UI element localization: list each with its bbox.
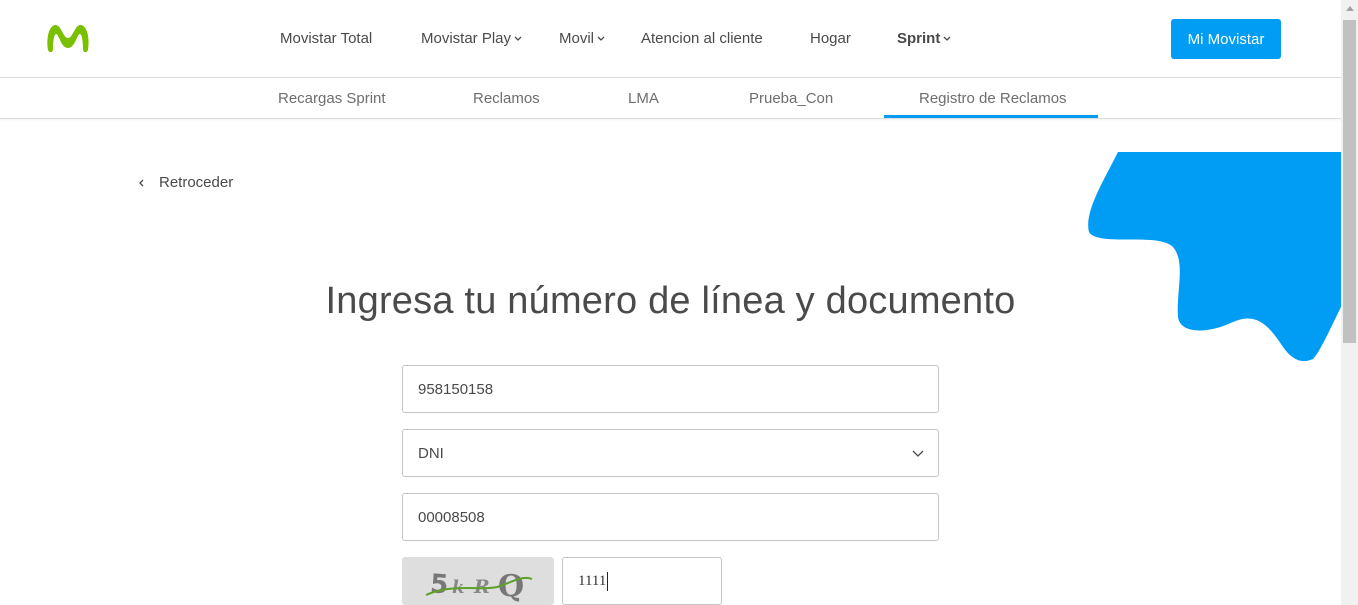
nav-movil[interactable]: Movil	[559, 30, 605, 47]
nav-atencion-al-cliente[interactable]: Atencion al cliente	[641, 30, 763, 47]
captcha-image: 5 k R Q	[402, 557, 554, 605]
mi-movistar-button[interactable]: Mi Movistar	[1171, 19, 1281, 59]
nav-hogar[interactable]: Hogar	[810, 30, 851, 47]
chevron-down-icon	[912, 450, 924, 457]
nav-label: Movil	[559, 30, 595, 47]
back-label: Retroceder	[159, 174, 234, 191]
nav-movistar-play[interactable]: Movistar Play	[421, 30, 522, 47]
captcha-text-graphic: 5 k R Q	[425, 569, 533, 604]
decorative-blob	[1088, 152, 1341, 362]
page-title: Ingresa tu número de línea y documento	[325, 280, 1016, 322]
svg-text:R: R	[473, 576, 490, 598]
nav-label: Atencion al cliente	[641, 30, 763, 47]
svg-text:5: 5	[429, 569, 449, 600]
chevron-left-icon	[139, 179, 144, 186]
back-link[interactable]: Retroceder	[138, 174, 233, 191]
page-viewport: Movistar Total Movistar Play Movil Atenc…	[0, 0, 1341, 605]
tab-recargas-sprint[interactable]: Recargas Sprint	[278, 90, 386, 107]
tab-reclamos[interactable]: Reclamos	[473, 90, 540, 107]
chevron-down-icon	[943, 36, 951, 41]
tab-registro-de-reclamos[interactable]: Registro de Reclamos	[919, 90, 1067, 107]
document-number-value: 00008508	[418, 508, 485, 526]
svg-text:Q: Q	[498, 569, 524, 604]
chevron-down-icon	[597, 36, 605, 41]
active-tab-indicator	[884, 115, 1098, 118]
captcha-input-value: 1111	[578, 572, 607, 589]
tab-lma[interactable]: LMA	[628, 90, 659, 107]
captcha-input[interactable]: 1111	[562, 557, 722, 605]
phone-number-input[interactable]: 958150158	[402, 365, 939, 413]
top-navigation: Movistar Total Movistar Play Movil Atenc…	[0, 0, 1341, 78]
tab-prueba-con[interactable]: Prueba_Con	[749, 90, 833, 107]
document-type-select[interactable]: DNI	[402, 429, 939, 477]
document-number-input[interactable]: 00008508	[402, 493, 939, 541]
sub-navigation: Recargas Sprint Reclamos LMA Prueba_Con …	[0, 78, 1341, 119]
scrollbar-thumb[interactable]	[1343, 20, 1356, 343]
nav-movistar-total[interactable]: Movistar Total	[280, 30, 372, 47]
vertical-scrollbar[interactable]	[1341, 0, 1358, 605]
text-caret	[607, 571, 609, 591]
nav-label: Movistar Play	[421, 30, 512, 47]
scroll-up-arrow-icon[interactable]	[1341, 0, 1358, 17]
document-type-value: DNI	[418, 444, 444, 462]
nav-label: Movistar Total	[280, 30, 373, 47]
phone-number-value: 958150158	[418, 380, 494, 398]
nav-label: Sprint	[897, 30, 941, 47]
nav-label: Hogar	[810, 30, 851, 47]
chevron-down-icon	[514, 36, 522, 41]
movistar-logo-icon[interactable]	[44, 20, 92, 54]
nav-sprint[interactable]: Sprint	[897, 30, 951, 47]
